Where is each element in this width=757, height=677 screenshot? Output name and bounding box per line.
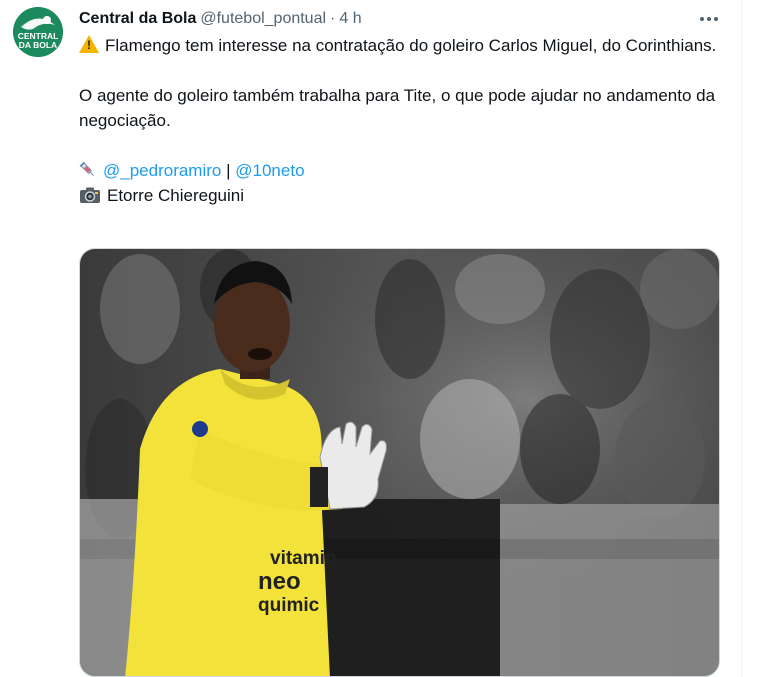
tweet-line-1: Flamengo tem interesse na contratação do… — [105, 36, 717, 55]
tweet-card[interactable]: CENTRAL DA BOLA Central da Bola @futebol… — [0, 0, 757, 677]
tweet-header: Central da Bola @futebol_pontual · 4 h — [79, 9, 362, 29]
avatar-text-bottom: DA BOLA — [19, 40, 57, 50]
jersey-text-3: quimic — [258, 595, 320, 616]
author-display-name[interactable]: Central da Bola — [79, 9, 196, 29]
timeline-border — [741, 0, 742, 677]
jersey-text-1: vitamin — [270, 548, 337, 569]
mention-separator: | — [226, 161, 231, 180]
tweet-paragraph-2: O agente do goleiro também trabalha para… — [79, 86, 716, 130]
header-separator: · — [330, 10, 336, 27]
mention-10neto-link[interactable]: @10neto — [235, 161, 304, 180]
tweet-text: Flamengo tem interesse na contratação do… — [79, 33, 719, 208]
tweet-paragraph-1: Flamengo tem interesse na contratação do… — [79, 33, 719, 58]
photo-credit-line: Etorre Chiereguini — [79, 183, 719, 208]
warning-icon — [79, 35, 99, 53]
tweet-photo[interactable]: vitamin neo quimic — [79, 248, 720, 677]
avatar[interactable]: CENTRAL DA BOLA — [13, 7, 63, 57]
tweet-timestamp[interactable]: 4 h — [339, 9, 361, 29]
syringe-icon — [79, 161, 95, 177]
more-options-button[interactable] — [696, 9, 722, 29]
more-icon — [700, 17, 704, 21]
photo-credit: Etorre Chiereguini — [107, 186, 245, 205]
mentions-line: @_pedroramiro | @10neto — [79, 158, 719, 183]
mention-pedroramiro-link[interactable]: @_pedroramiro — [103, 161, 221, 180]
author-handle[interactable]: @futebol_pontual — [200, 9, 326, 29]
goalkeeper-photo: vitamin neo quimic — [80, 249, 719, 676]
jersey-text-2: neo — [258, 568, 301, 595]
camera-icon — [80, 187, 100, 203]
